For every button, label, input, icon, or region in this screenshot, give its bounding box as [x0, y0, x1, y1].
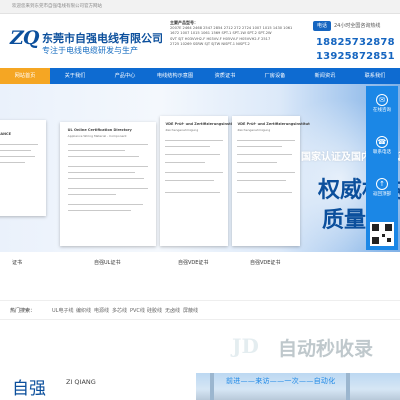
certificate-document: COMPLIANCE [0, 120, 46, 216]
hot-search-bar: 热门搜索： UL电子线 编织线 电源线 多芯线 PVC线 硅胶线 无卤线 屏蔽线 [0, 300, 400, 320]
nav-item-products[interactable]: 产品中心 [100, 68, 150, 84]
nav-item-factory[interactable]: 厂房设备 [250, 68, 300, 84]
welcome-text: 欢迎您来到东莞市自强电线有限公司官方网站 [12, 4, 102, 9]
nav-item-about[interactable]: 关于我们 [50, 68, 100, 84]
side-item-label: 在线咨询 [373, 108, 391, 113]
hot-search-keyword[interactable]: UL电子线 [52, 307, 73, 314]
cert-caption[interactable]: 自强VDE证书 [178, 259, 208, 266]
product-models-line: 2725 10269 SSRW SJT SJTW NISPT-1 NISPT-2 [170, 42, 250, 47]
company-name: 东莞市自强电线有限公司 [42, 32, 163, 45]
site-header: ZQ 东莞市自强电线有限公司 专注于电线电缆研发与生产 主要产品型号： 2007… [0, 14, 400, 68]
certificate-doc-title: UL Online Certification Directory [67, 128, 132, 132]
certificate-caption-row: 证书 自强UL证书 自强VDE证书 自强VDE证书 [0, 259, 400, 273]
cert-caption[interactable]: 自强VDE证书 [250, 259, 280, 266]
phone-number[interactable]: 13925872851 [316, 51, 395, 62]
company-logo[interactable]: ZQ [10, 27, 39, 53]
hot-search-keyword[interactable]: PVC线 [130, 307, 145, 314]
hot-search-keyword[interactable]: 无卤线 [165, 307, 180, 314]
company-slogan: 专注于电线电缆研发与生产 [42, 46, 138, 55]
side-item-top[interactable]: ↑ 返回顶部 [366, 178, 398, 197]
hot-search-keyword[interactable]: 编织线 [76, 307, 91, 314]
product-models: 主要产品型号： 2007E 2464 2468 2547 2854 2712 2… [170, 20, 310, 48]
watermark-logo-icon: JD [232, 334, 259, 358]
certificate-document: VDE Prüf- und Zertifizierungsinstitut Ze… [160, 116, 238, 246]
side-item-consult[interactable]: ✉ 在线咨询 [366, 94, 398, 113]
phone-number[interactable]: 18825732878 [316, 37, 395, 48]
cert-caption: 证书 [12, 260, 23, 266]
factory-banner-text: 前进——来访——一次——自动化 [226, 377, 336, 385]
side-item-label: 返回顶部 [373, 192, 391, 197]
hot-search-label: 热门搜索： [10, 308, 36, 314]
side-item-phone[interactable]: ☎ 联系电话 [366, 136, 398, 155]
main-nav: 网站首页 关于我们 产品中心 电线结构示意图 资质证书 厂房设备 新闻资讯 联系… [0, 68, 400, 84]
watermark-overlay: JD 自动秒收录 [232, 334, 392, 360]
qr-code-icon [370, 222, 394, 246]
arrow-up-icon: ↑ [376, 178, 388, 190]
cert-caption[interactable]: 自强UL证书 [94, 259, 120, 266]
nav-item-certificates[interactable]: 资质证书 [200, 68, 250, 84]
certificate-doc-text: Appliance Wiring Material - Component [67, 134, 127, 138]
certificate-doc-title: VDE Prüf- und Zertifizierungsinstitut [165, 122, 238, 126]
about-section-title: 自强 [12, 379, 46, 399]
hot-search-keyword[interactable]: 电源线 [94, 307, 109, 314]
nav-item-news[interactable]: 新闻资讯 [300, 68, 350, 84]
phone-icon: 电话 [313, 21, 331, 31]
watermark-text: 自动秒收录 [278, 338, 374, 360]
hot-search-keyword[interactable]: 屏蔽线 [183, 307, 198, 314]
certificate-doc-title: VDE Prüf- und Zertifizierungsinstitut [237, 122, 310, 126]
certificate-doc-text: Zeichengenehmigung [237, 128, 271, 132]
phone-icon: ☎ [376, 136, 388, 148]
nav-item-contact[interactable]: 联系我们 [350, 68, 400, 84]
certificate-doc-text: Zeichengenehmigung [165, 128, 199, 132]
factory-image: 前进——来访——一次——自动化 [196, 373, 400, 400]
side-item-label: 联系电话 [373, 150, 391, 155]
hot-search-keyword[interactable]: 多芯线 [112, 307, 127, 314]
floating-side-panel: ✉ 在线咨询 ☎ 联系电话 ↑ 返回顶部 [366, 86, 398, 250]
top-bar: 欢迎您来到东莞市自强电线有限公司官方网站 [0, 0, 400, 14]
certificate-doc-title: COMPLIANCE [0, 132, 11, 136]
hero-banner[interactable]: COMPLIANCE UL Online Certification Direc… [0, 84, 400, 252]
hotline-title: 24小时全国咨询热线 [334, 23, 381, 29]
nav-item-home[interactable]: 网站首页 [0, 68, 50, 84]
certificate-document: UL Online Certification Directory Applia… [60, 122, 156, 246]
nav-item-wire-structure[interactable]: 电线结构示意图 [150, 68, 200, 84]
hotline-box: 电话 24小时全国咨询热线 18825732878 13925872851 [313, 19, 396, 65]
certificate-document: VDE Prüf- und Zertifizierungsinstitut Ze… [232, 116, 310, 246]
about-section-subtitle: ZI QIANG [66, 378, 96, 386]
chat-icon: ✉ [376, 94, 388, 106]
hot-search-keyword[interactable]: 硅胶线 [147, 307, 162, 314]
